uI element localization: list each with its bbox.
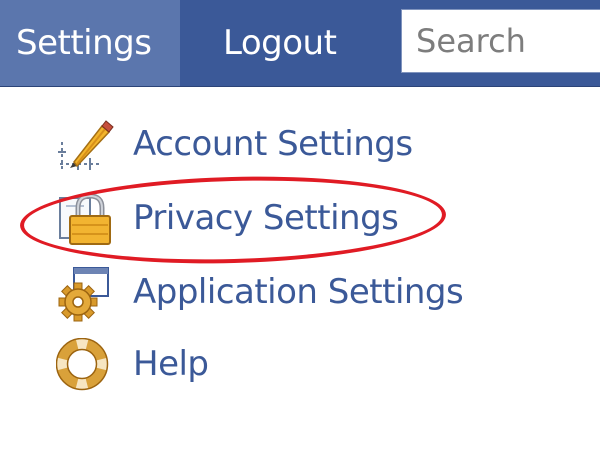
menu-item-label: Help [133, 344, 209, 384]
settings-nav-link[interactable]: Settings [0, 0, 180, 86]
lock-icon [56, 192, 116, 248]
application-gear-icon [56, 266, 116, 322]
search-input[interactable] [401, 9, 600, 73]
menu-item-label: Application Settings [133, 272, 464, 312]
menu-item-label: Privacy Settings [133, 198, 399, 238]
lifebuoy-icon [55, 337, 116, 394]
menu-item-label: Account Settings [133, 124, 413, 164]
logout-nav-link[interactable]: Logout [223, 0, 337, 86]
top-navigation-bar: Settings Logout [0, 0, 600, 87]
pencil-ruler-icon [56, 118, 116, 174]
